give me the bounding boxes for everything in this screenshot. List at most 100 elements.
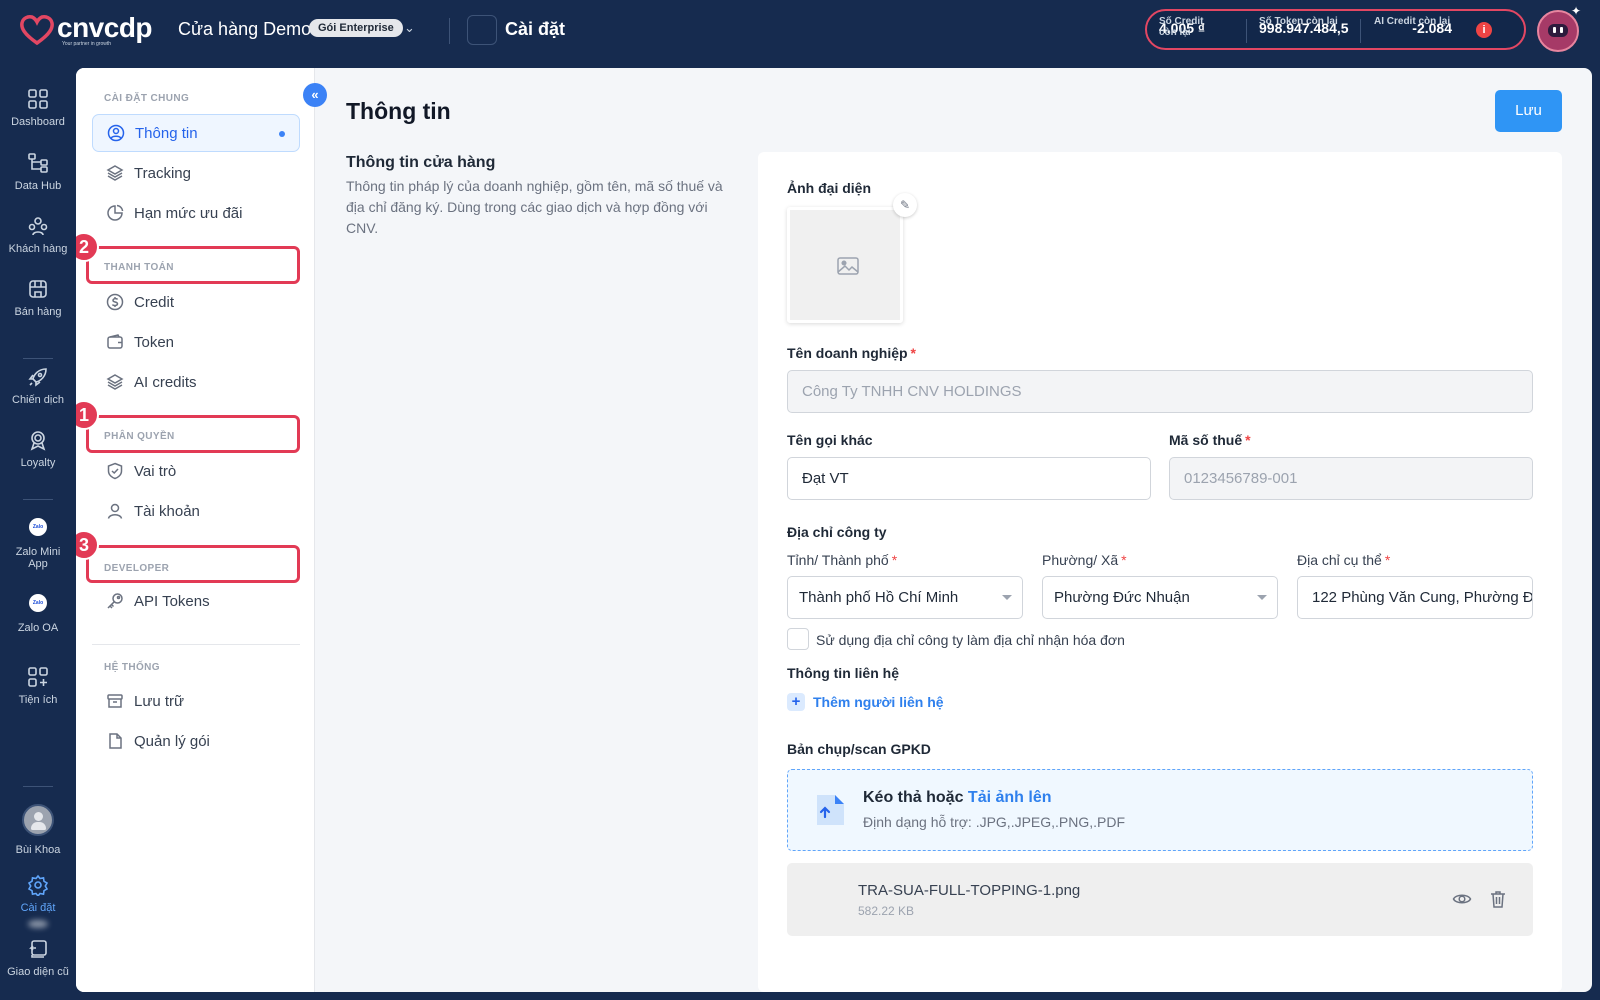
ward-label: Phường/ Xã * <box>1042 552 1127 568</box>
label-text: Phường/ Xã <box>1042 552 1119 568</box>
loyalty-icon <box>30 431 46 451</box>
required-mark: * <box>1384 552 1391 568</box>
settings-item-tracking[interactable]: Tracking <box>92 154 300 192</box>
rail-item-data-hub[interactable]: Data Hub <box>0 152 76 192</box>
settings-item-ai-credits[interactable]: AI credits <box>92 363 300 401</box>
rail-item-dashboard[interactable]: Dashboard <box>0 88 76 128</box>
upload-formats: Định dạng hỗ trợ: .JPG,.JPEG,.PNG,.PDF <box>863 814 1126 830</box>
credit-balance: Số Credit còn lại 4.005 ₫ <box>1159 16 1205 38</box>
rail-item-sales[interactable]: Bán hàng <box>0 278 76 318</box>
eye-icon[interactable] <box>1452 889 1472 909</box>
content-title: Thông tin <box>346 98 451 124</box>
logo-text: cnvcdp <box>57 12 153 43</box>
key-icon <box>107 593 123 609</box>
tax-code-field[interactable]: 0123456789-001 <box>1169 457 1533 500</box>
trash-icon[interactable] <box>1488 889 1508 909</box>
settings-item-token[interactable]: Token <box>92 323 300 361</box>
license-upload-dropzone[interactable]: Kéo thả hoặc Tải ảnh lên Định dạng hỗ tr… <box>787 769 1533 851</box>
rail-label: Loyalty <box>20 457 56 469</box>
rail-item-customers[interactable]: Khách hàng <box>0 215 76 255</box>
label-text: Mã số thuế <box>1169 432 1243 448</box>
upload-prefix: Kéo thả hoặc <box>863 789 964 806</box>
settings-item-limits[interactable]: Hạn mức ưu đãi <box>92 194 300 232</box>
main-panel: CÀI ĐẶT CHUNG Thông tin Tracking Hạn mức… <box>76 68 1592 992</box>
rail-label: Data Hub <box>14 180 62 192</box>
divider <box>1246 19 1247 43</box>
info-icon[interactable]: i <box>1476 22 1492 38</box>
store-name[interactable]: Cửa hàng Demo <box>178 19 311 40</box>
section-general: CÀI ĐẶT CHUNG <box>104 93 190 104</box>
province-label: Tỉnh/ Thành phố * <box>787 552 897 568</box>
required-mark: * <box>891 552 898 568</box>
invoice-address-label[interactable]: Sử dụng địa chỉ công ty làm địa chỉ nhận… <box>816 632 1125 648</box>
rail-item-utilities[interactable]: Tiện ích <box>0 666 76 706</box>
upload-link[interactable]: Tải ảnh lên <box>968 789 1052 806</box>
rail-label: Khách hàng <box>8 243 68 255</box>
legacy-ui-icon <box>29 940 47 958</box>
settings-item-label: Token <box>134 333 175 351</box>
collapse-sidebar-button[interactable]: « <box>303 83 327 107</box>
add-contact-button[interactable]: + Thêm người liên hệ <box>787 693 944 711</box>
save-button[interactable]: Lưu <box>1495 90 1562 132</box>
business-name-field[interactable]: Công Ty TNHH CNV HOLDINGS <box>787 370 1533 413</box>
page-icon-placeholder <box>467 15 497 45</box>
rail-item-loyalty[interactable]: Loyalty <box>0 429 76 469</box>
rail-label: Dashboard <box>11 116 65 128</box>
layers-icon <box>106 374 124 390</box>
chevron-down-icon <box>1257 595 1267 600</box>
settings-item-info[interactable]: Thông tin <box>92 114 300 152</box>
app-logo[interactable]: cnvcdp Your partner in growth <box>20 12 153 47</box>
data-hub-icon <box>28 153 48 173</box>
top-bar: cnvcdp Your partner in growth Cửa hàng D… <box>0 0 1600 68</box>
rail-item-zalo-mini-app[interactable]: Zalo Zalo Mini App <box>0 518 76 570</box>
utilities-icon <box>28 667 48 687</box>
rail-item-zalo-oa[interactable]: Zalo Zalo OA <box>0 594 76 634</box>
settings-item-label: API Tokens <box>134 592 210 610</box>
robot-face-icon <box>1548 24 1568 37</box>
chevron-down-icon[interactable]: ⌄ <box>404 20 415 36</box>
ward-select[interactable]: Phường Đức Nhuận <box>1042 576 1278 619</box>
label-text: Địa chỉ cụ thể <box>1297 552 1382 568</box>
province-select[interactable]: Thành phố Hồ Chí Minh <box>787 576 1023 619</box>
file-size: 582.22 KB <box>858 904 915 918</box>
store-avatar-upload[interactable] <box>787 207 903 323</box>
heart-logo-icon <box>20 15 54 46</box>
rail-item-legacy-ui[interactable]: Giao diện cũ <box>0 938 76 978</box>
edit-avatar-icon[interactable]: ✎ <box>893 193 917 217</box>
settings-item-label: Tracking <box>134 164 191 182</box>
pie-chart-icon <box>107 204 124 221</box>
chevron-down-icon <box>1002 595 1012 600</box>
settings-item-packages[interactable]: Quản lý gói <box>92 722 300 760</box>
business-license-label: Bản chụp/scan GPKD <box>787 741 931 757</box>
user-avatar <box>22 804 54 836</box>
settings-item-storage[interactable]: Lưu trữ <box>92 682 300 720</box>
section-title: Thông tin cửa hàng <box>346 154 496 171</box>
alias-field[interactable]: Đạt VT <box>787 457 1151 500</box>
required-mark: * <box>910 345 916 361</box>
layers-icon <box>106 165 124 181</box>
divider <box>23 499 53 500</box>
sparkle-icon: ✦ <box>1571 4 1582 18</box>
business-name-label: Tên doanh nghiệp * <box>787 345 916 361</box>
credit-summary[interactable]: Số Credit còn lại 4.005 ₫ Số Token còn l… <box>1145 9 1526 50</box>
street-address-field[interactable]: 122 Phùng Văn Cung, Phường Đức Nhuận <box>1297 576 1533 619</box>
settings-item-credit[interactable]: Credit <box>92 283 300 321</box>
rail-item-campaigns[interactable]: Chiến dịch <box>0 366 76 406</box>
user-icon <box>107 503 123 519</box>
settings-item-roles[interactable]: Vai trò <box>92 452 300 490</box>
rail-item-user[interactable]: Bùi Khoa <box>0 804 76 856</box>
settings-item-api-tokens[interactable]: API Tokens <box>92 582 300 620</box>
rail-item-settings[interactable]: Cài đặt <box>0 874 76 914</box>
divider <box>23 358 53 359</box>
invoice-address-checkbox[interactable] <box>787 628 809 650</box>
highlight-box-permission <box>86 415 300 453</box>
settings-item-label: Hạn mức ưu đãi <box>134 204 243 222</box>
divider <box>23 786 53 787</box>
token-label: Số Token còn lại <box>1259 16 1338 27</box>
shield-check-icon <box>107 462 123 480</box>
settings-item-label: Thông tin <box>135 124 198 142</box>
rail-label: Zalo Mini App <box>15 546 61 570</box>
credit-label: Số Credit còn lại <box>1159 16 1204 38</box>
active-glow <box>28 920 48 928</box>
settings-item-accounts[interactable]: Tài khoản <box>92 492 300 530</box>
